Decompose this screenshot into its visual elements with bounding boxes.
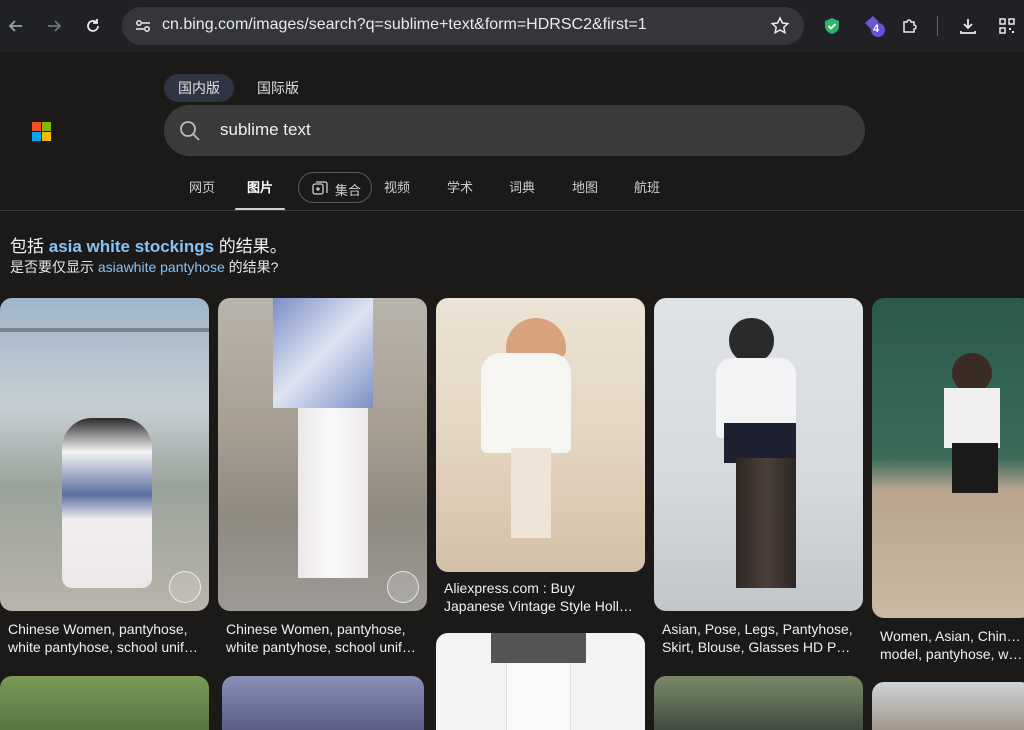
search-box[interactable]: sublime text — [164, 105, 865, 156]
result-caption[interactable]: Chinese Women, pantyhose, white pantyhos… — [226, 620, 426, 656]
toolbar-divider — [937, 16, 938, 36]
result-image[interactable] — [436, 633, 645, 730]
bookmark-star-icon[interactable] — [770, 16, 790, 41]
visual-search-icon[interactable] — [169, 571, 201, 603]
address-bar[interactable]: cn.bing.com/images/search?q=sublime+text… — [122, 7, 804, 45]
search-icon[interactable] — [179, 120, 201, 147]
tab-videos[interactable]: 视频 — [377, 173, 417, 203]
back-arrow-icon[interactable] — [2, 12, 30, 40]
result-image[interactable] — [872, 298, 1024, 618]
tab-maps[interactable]: 地图 — [565, 173, 605, 203]
browser-toolbar: cn.bing.com/images/search?q=sublime+text… — [0, 0, 1024, 52]
tab-flights[interactable]: 航班 — [627, 173, 667, 203]
extensions-puzzle-icon[interactable] — [896, 12, 924, 40]
extension-badge: 4 — [873, 23, 880, 35]
result-caption[interactable]: Chinese Women, pantyhose, white pantyhos… — [8, 620, 208, 656]
result-image[interactable] — [0, 298, 209, 611]
result-image[interactable] — [0, 676, 209, 730]
result-caption[interactable]: Asian, Pose, Legs, Pantyhose, Skirt, Blo… — [662, 620, 862, 656]
tag-extension-icon[interactable]: 4 — [860, 12, 888, 40]
result-image[interactable] — [436, 298, 645, 572]
region-tab-international[interactable]: 国际版 — [243, 74, 313, 102]
site-settings-icon[interactable] — [134, 17, 152, 40]
tab-web[interactable]: 网页 — [180, 173, 224, 203]
forward-arrow-icon[interactable] — [40, 12, 68, 40]
spell-suggestion-included: 包括 asia white stockings 的结果。 — [10, 237, 287, 256]
bing-images-page: 国内版 国际版 sublime text 网页 图片 集合 视频 学术 词典 地… — [0, 52, 1024, 730]
included-query-link[interactable]: asia white stockings — [49, 237, 214, 256]
region-tab-china[interactable]: 国内版 — [164, 74, 234, 102]
result-image[interactable] — [654, 676, 863, 730]
result-caption[interactable]: Women, Asian, Chinese model, pantyhose, … — [880, 627, 1024, 663]
collections-button[interactable]: 集合 — [298, 172, 372, 203]
download-icon[interactable] — [954, 12, 982, 40]
visual-search-icon[interactable] — [387, 571, 419, 603]
tab-images[interactable]: 图片 — [238, 173, 282, 203]
only-query-link[interactable]: asiawhite pantyhose — [98, 259, 225, 275]
collections-icon — [312, 181, 328, 202]
spell-suggestion-only: 是否要仅显示 asiawhite pantyhose 的结果? — [10, 259, 279, 275]
search-input[interactable]: sublime text — [220, 120, 311, 140]
header-divider — [0, 210, 1024, 211]
tab-academic[interactable]: 学术 — [440, 173, 480, 203]
result-image[interactable] — [218, 298, 427, 611]
qr-code-icon[interactable] — [993, 12, 1021, 40]
result-image[interactable] — [872, 682, 1024, 730]
result-caption[interactable]: Aliexpress.com : Buy Japanese Vintage St… — [444, 579, 644, 615]
url-text: cn.bing.com/images/search?q=sublime+text… — [162, 16, 647, 33]
shield-extension-icon[interactable] — [818, 12, 846, 40]
collections-label: 集合 — [335, 183, 362, 198]
tab-dictionary[interactable]: 词典 — [502, 173, 542, 203]
reload-icon[interactable] — [79, 12, 107, 40]
microsoft-logo[interactable] — [32, 122, 52, 142]
result-image[interactable] — [654, 298, 863, 611]
result-image[interactable] — [222, 676, 424, 730]
